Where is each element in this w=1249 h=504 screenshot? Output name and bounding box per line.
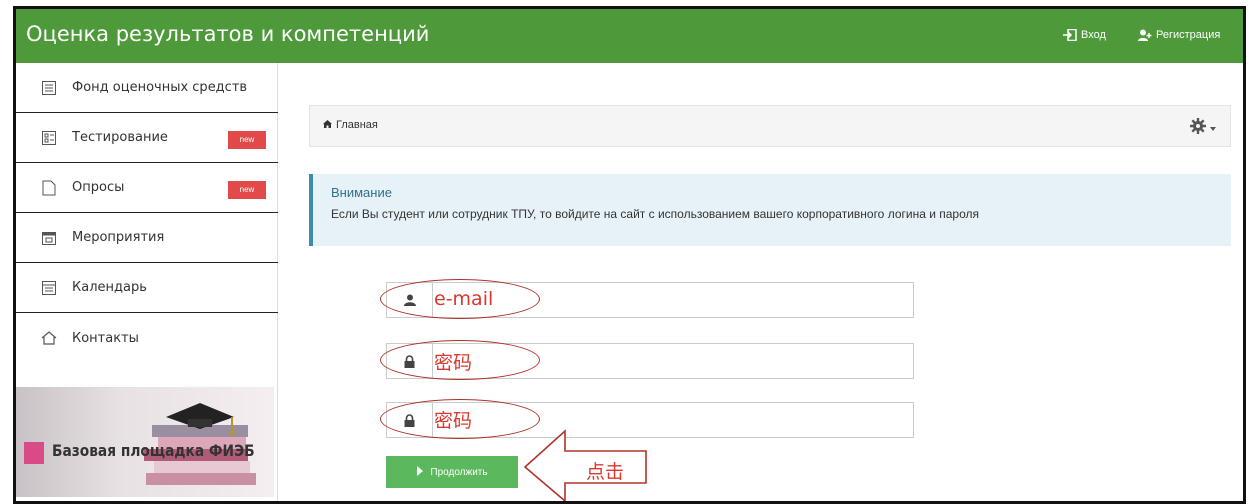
survey-icon	[40, 180, 58, 196]
sidebar-item-label: Тестирование	[72, 130, 168, 145]
add-user-icon	[1138, 29, 1152, 41]
sidebar-item-events[interactable]: Мероприятия	[16, 213, 278, 263]
login-label: Вход	[1081, 29, 1106, 41]
alert-title: Внимание	[331, 185, 392, 200]
chevron-right-icon	[416, 465, 424, 479]
new-badge: new	[228, 131, 266, 149]
sidebar: Фонд оценочных средств Тестирование new …	[16, 63, 278, 501]
chevron-down-icon	[1210, 122, 1216, 134]
gear-icon	[1190, 118, 1206, 137]
banner-title: Базовая площадка ФИЭБ	[52, 441, 255, 460]
app-window: Оценка результатов и компетенций Вход Ре…	[13, 6, 1246, 504]
password-field-group	[386, 343, 914, 379]
settings-dropdown[interactable]	[1190, 118, 1216, 137]
user-icon	[387, 283, 433, 317]
sidebar-item-surveys[interactable]: Опросы new	[16, 163, 278, 213]
home-icon	[323, 119, 332, 131]
sidebar-item-label: Опросы	[72, 180, 125, 195]
sidebar-item-label: Календарь	[72, 280, 147, 295]
sidebar-item-label: Контакты	[72, 330, 139, 346]
new-badge: new	[228, 181, 266, 199]
password-confirm-input[interactable]	[434, 403, 912, 437]
alert-text: Если Вы студент или сотрудник ТПУ, то во…	[331, 207, 980, 221]
login-icon	[1063, 28, 1077, 42]
list-icon	[40, 80, 58, 96]
click-annotation: 点击	[586, 461, 625, 483]
fieb-banner[interactable]: Базовая площадка ФИЭБ	[16, 387, 274, 497]
email-field-group	[386, 282, 914, 318]
brand-title[interactable]: Оценка результатов и компетенций	[26, 22, 429, 46]
sidebar-item-label: Мероприятия	[72, 230, 165, 245]
login-link[interactable]: Вход	[1063, 28, 1106, 42]
sidebar-item-calendar[interactable]: Календарь	[16, 263, 278, 313]
fieb-logo-icon	[24, 442, 44, 464]
sidebar-item-assessment-fund[interactable]: Фонд оценочных средств	[16, 63, 278, 113]
sidebar-item-testing[interactable]: Тестирование new	[16, 113, 278, 163]
home-icon	[40, 330, 58, 346]
calendar-icon	[40, 230, 58, 246]
continue-button[interactable]: Продолжить	[386, 456, 518, 488]
breadcrumb: Главная	[309, 105, 1231, 147]
lock-icon	[387, 344, 433, 378]
password-input[interactable]	[434, 344, 912, 378]
top-navbar: Оценка результатов и компетенций Вход Ре…	[16, 9, 1243, 63]
sidebar-item-contacts[interactable]: Контакты	[16, 313, 278, 363]
calendar-list-icon	[40, 280, 58, 296]
breadcrumb-home-label: Главная	[336, 119, 378, 131]
register-link[interactable]: Регистрация	[1138, 29, 1220, 41]
test-icon	[40, 130, 58, 146]
attention-alert: Внимание Если Вы студент или сотрудник Т…	[309, 174, 1231, 246]
breadcrumb-home[interactable]: Главная	[323, 119, 378, 131]
lock-icon	[387, 403, 433, 437]
email-input[interactable]	[434, 283, 912, 317]
continue-button-label: Продолжить	[430, 466, 488, 478]
register-label: Регистрация	[1156, 29, 1221, 41]
sidebar-item-label: Фонд оценочных средств	[72, 80, 248, 95]
